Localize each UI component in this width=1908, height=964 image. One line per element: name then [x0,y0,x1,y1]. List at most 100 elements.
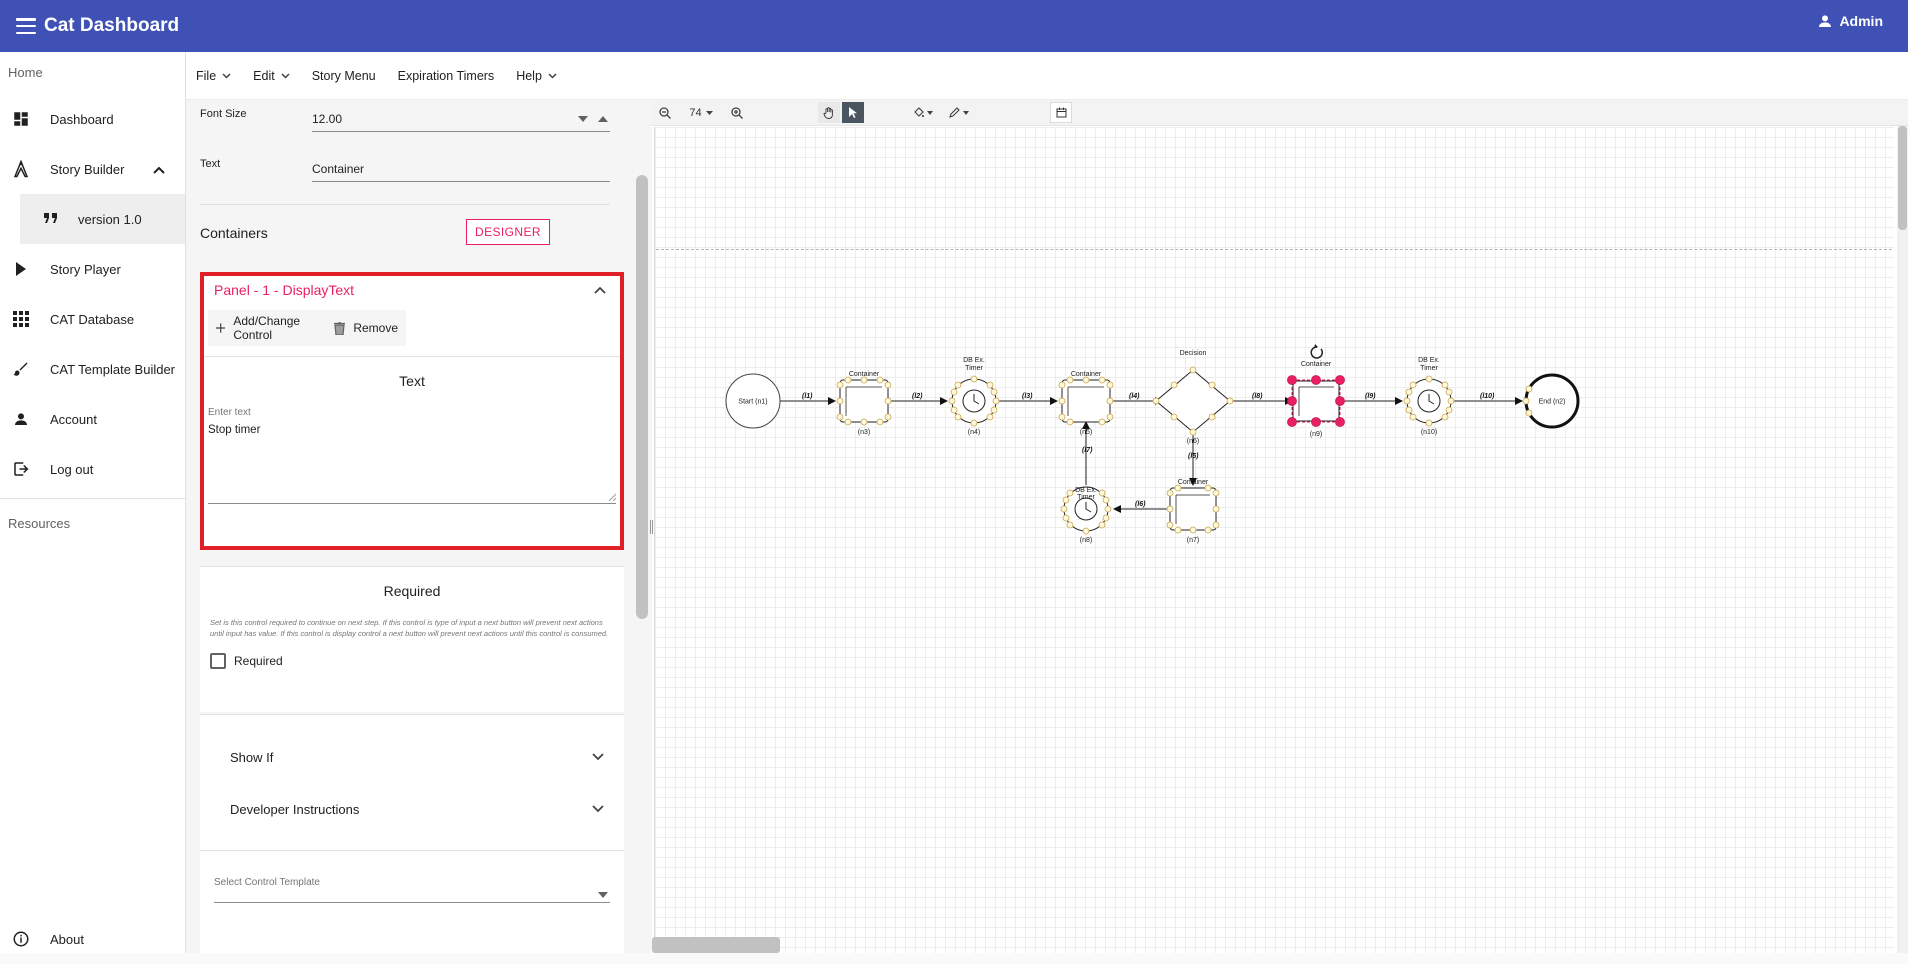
menu-edit[interactable]: Edit [253,69,290,83]
node-container-n9-selected[interactable]: Container (n9) [1287,344,1345,438]
control-template-select[interactable] [214,892,610,903]
add-change-control-button[interactable]: Add/Change Control [208,314,326,342]
node-n9-title: Container [1301,361,1332,368]
menu-expiration-timers[interactable]: Expiration Timers [398,69,495,83]
font-size-input[interactable]: 12.00 [312,110,610,132]
workflow-diagram[interactable]: (l1) (l2) (l3) (l4) (l8) (l9) (l10) (l5)… [652,100,1897,937]
sidebar-item-label: Log out [50,461,94,477]
sidebar-item-version[interactable]: version 1.0 [20,194,185,244]
remove-button[interactable]: Remove [326,321,406,335]
panel-header[interactable]: Panel - 1 - DisplayText [204,276,620,310]
menu-bar: File Edit Story Menu Expiration Timers H… [186,52,1908,100]
user-menu-button[interactable]: Admin [1817,13,1883,29]
nav-section-resources: Resources [8,516,71,531]
chevron-up-icon[interactable] [594,286,606,294]
canvas-vertical-scrollbar[interactable] [1897,126,1908,953]
required-checkbox-row[interactable]: Required [210,653,624,669]
canvas-horizontal-scrollbar[interactable] [652,937,780,953]
link-labels: (l1) (l2) (l3) (l4) (l8) (l9) (l10) (l5)… [802,393,1495,508]
designer-button[interactable]: DESIGNER [466,219,550,245]
panel-title: Panel - 1 - DisplayText [214,282,355,298]
node-n9-id: (n9) [1310,431,1322,438]
caret-down-icon [598,892,608,898]
node-n7-id: (n7) [1187,537,1199,544]
required-checkbox[interactable] [210,653,226,669]
expanders-card: Show If Developer Instructions [200,714,624,850]
properties-form: Font Size 12.00 Text Container Container… [200,100,610,262]
caret-down-icon[interactable] [578,116,588,122]
display-text-textarea[interactable]: Stop timer [208,420,616,504]
node-end-n2[interactable]: End (n2) [1522,373,1580,429]
sidebar-item-story-builder[interactable]: Story Builder [0,144,185,194]
remove-label: Remove [353,321,398,335]
sidebar-item-cat-database[interactable]: CAT Database [0,294,185,344]
sidebar-item-cat-template-builder[interactable]: CAT Template Builder [0,344,185,394]
node-timer-n4[interactable]: DB Ex. Timer (n4) [948,357,1000,436]
node-start-n1[interactable]: Start (n1) [725,373,781,429]
panel-resize-splitter[interactable] [650,520,653,534]
node-start-label: Start (n1) [738,399,767,406]
link-label-l8: (l8) [1252,393,1263,400]
menu-file[interactable]: File [196,69,231,83]
node-container-n7[interactable]: Container (n7) [1166,479,1220,544]
menu-help-label: Help [516,68,542,83]
developer-instructions-expander[interactable]: Developer Instructions [200,783,624,835]
play-icon [12,260,30,278]
person-icon [1819,15,1832,27]
node-n10-title-2: Timer [1420,365,1438,372]
text-input[interactable]: Container [312,160,610,182]
caret-up-icon[interactable] [598,116,608,122]
node-n4-id: (n4) [968,429,980,436]
chevron-up-icon [153,162,165,177]
node-timer-n10[interactable]: DB Ex. Timer (n10) [1403,357,1455,436]
containers-row: Containers DESIGNER [200,204,610,262]
logout-icon [12,460,30,478]
rotate-handle-icon[interactable] [1310,344,1323,359]
sidebar-item-account[interactable]: Account [0,394,185,444]
chevron-down-icon [548,72,557,79]
link-label-l9: (l9) [1365,393,1376,400]
node-decision-n6[interactable]: Decision (n6) [1152,350,1234,445]
menu-help[interactable]: Help [516,69,557,83]
panel-scrollbar[interactable] [636,175,648,619]
link-label-l7: (l7) [1082,447,1093,454]
hamburger-menu-icon[interactable] [16,18,36,34]
resize-handle-icon[interactable] [608,493,616,501]
quote-icon [42,210,60,228]
node-timer-n8[interactable]: DB Ex. Timer (n8) [1060,486,1112,544]
link-label-l2: (l2) [912,393,923,400]
user-name: Admin [1839,13,1883,29]
sidebar-item-label: CAT Database [50,311,135,327]
menu-story-menu[interactable]: Story Menu [312,69,376,83]
sidebar-item-label: About [50,931,84,947]
font-size-row: Font Size 12.00 [200,100,610,150]
text-section-title: Text [399,373,425,389]
app-title: Cat Dashboard [44,15,180,36]
sidebar-item-logout[interactable]: Log out [0,444,185,494]
canvas-vertical-scroll-thumb[interactable] [1898,126,1907,230]
sidebar-item-about[interactable]: About [0,914,185,964]
sidebar-item-dashboard[interactable]: Dashboard [0,94,185,144]
font-size-label: Font Size [200,108,247,120]
sidebar-item-label: Story Player [50,261,121,277]
node-container-n3[interactable]: Container (n3) [836,371,892,436]
nav-section-home: Home [8,65,43,80]
node-n7-title: Container [1178,479,1209,486]
nav-divider [0,498,185,499]
textarea-value: Stop timer [208,424,261,436]
node-end-label: End (n2) [1539,399,1566,406]
text-row: Text Container [200,150,610,200]
show-if-expander[interactable]: Show If [200,731,624,783]
required-title: Required [383,583,441,599]
menu-edit-label: Edit [253,68,275,83]
font-size-value: 12.00 [312,112,343,126]
control-template-card: Select Control Template [200,850,624,953]
node-n4-title-1: DB Ex. [963,357,985,364]
node-n10-title-1: DB Ex. [1418,357,1440,364]
show-if-label: Show If [230,749,274,765]
trash-icon [334,321,346,335]
app-bar: Cat Dashboard Admin [0,0,1908,52]
containers-label: Containers [200,225,268,241]
sidebar-item-label: Story Builder [50,161,125,177]
sidebar-item-story-player[interactable]: Story Player [0,244,185,294]
